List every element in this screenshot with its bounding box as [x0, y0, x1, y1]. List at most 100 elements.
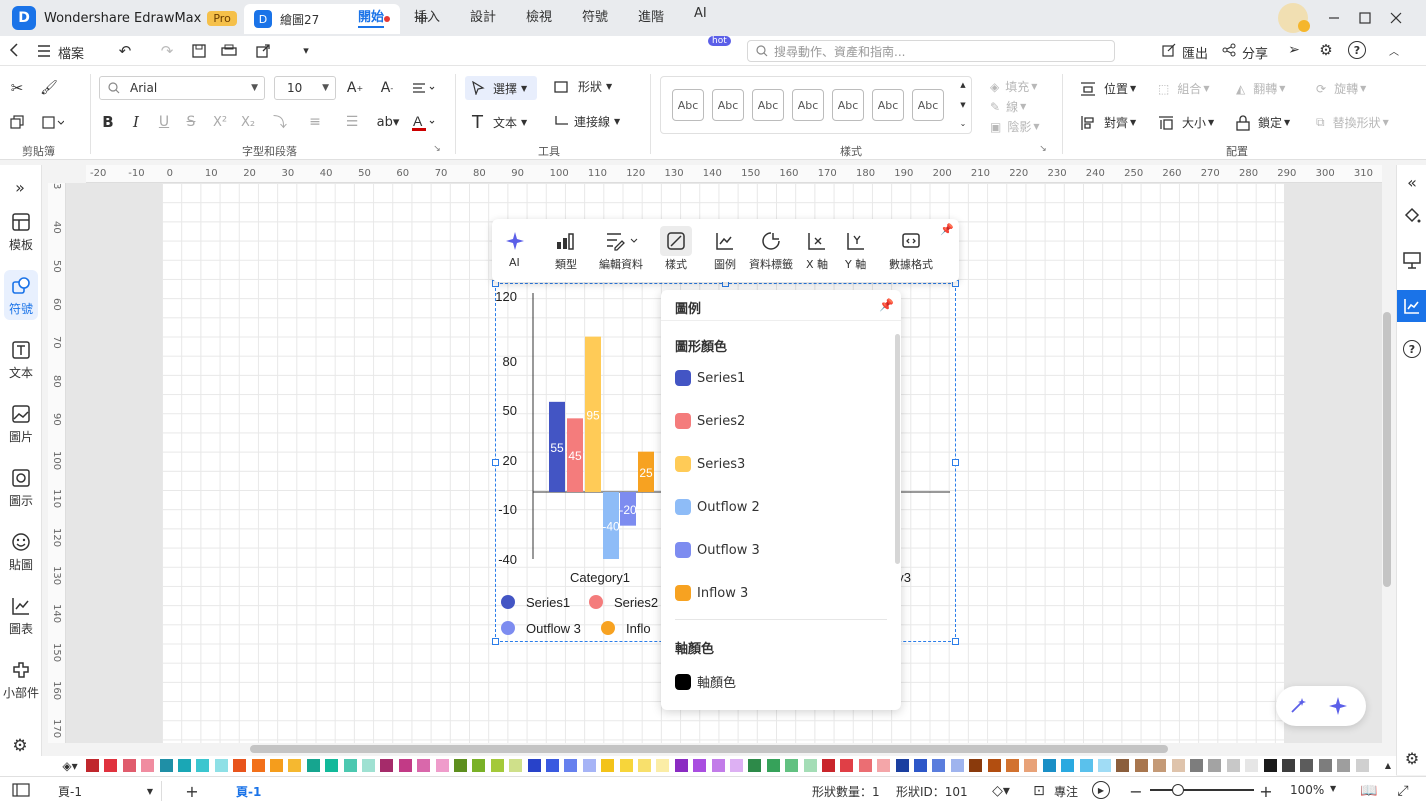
palette-color-swatch[interactable] [564, 759, 578, 772]
print-icon[interactable] [220, 42, 238, 60]
sidebar-item-images[interactable]: 圖片 [0, 404, 42, 445]
underline-icon[interactable]: U [156, 113, 172, 131]
palette-color-swatch[interactable] [380, 759, 394, 772]
panel-scrollbar[interactable] [895, 334, 900, 564]
palette-color-swatch[interactable] [766, 759, 780, 772]
undo-icon[interactable]: ↶ [116, 42, 134, 60]
export-file-icon[interactable] [254, 42, 272, 60]
palette-color-swatch[interactable] [1116, 759, 1130, 772]
font-size-select[interactable]: 10 ▼ [274, 76, 336, 100]
palette-color-swatch[interactable] [674, 759, 688, 772]
palette-color-swatch[interactable] [932, 759, 946, 772]
shadow-button[interactable]: ▣ 陰影 ▼ [990, 118, 1040, 135]
legend-color-item[interactable]: Outflow 3 [675, 542, 760, 558]
text-tool-button[interactable]: T 文本 ▼ [472, 112, 527, 133]
toolbar-y-axis-label[interactable]: Y 軸 [845, 256, 866, 272]
palette-color-swatch[interactable] [1171, 759, 1185, 772]
axis-color-item[interactable]: 軸顏色 [675, 672, 736, 691]
line-button[interactable]: ✎ 線 ▼ [990, 98, 1026, 115]
tab-advanced[interactable]: 進階 [638, 6, 664, 28]
palette-color-swatch[interactable] [1282, 759, 1295, 772]
decrease-font-icon[interactable]: A- [378, 79, 396, 97]
palette-color-swatch[interactable] [325, 759, 339, 772]
styles-dialog-launcher-icon[interactable]: ↘ [1038, 144, 1048, 154]
fit-page-icon[interactable]: ⊡ [1030, 781, 1048, 801]
palette-color-swatch[interactable] [656, 759, 670, 772]
tab-home[interactable]: 開始 [358, 6, 385, 28]
line-spacing-icon[interactable]: ≡ [300, 113, 330, 131]
increase-font-icon[interactable]: A + [346, 79, 364, 97]
vertical-scrollbar[interactable] [1383, 312, 1391, 587]
close-icon[interactable] [1386, 8, 1406, 28]
app-tab[interactable]: D Wondershare EdrawMax Pro [0, 3, 240, 33]
toolbar-ai-label[interactable]: AI [509, 256, 520, 269]
palette-color-swatch[interactable] [1042, 759, 1056, 772]
legend-color-item[interactable]: Series1 [675, 370, 745, 386]
toolbar-pin-icon[interactable]: 📌 [940, 222, 954, 236]
lock-button[interactable]: 鎖定 ▼ [1236, 114, 1290, 131]
toolbar-legend-label[interactable]: 圖例 [714, 256, 736, 272]
gallery-up-icon[interactable]: ▲ [958, 80, 968, 90]
palette-fill-icon[interactable]: ◈▾ [60, 758, 80, 774]
palette-color-swatch[interactable] [251, 759, 265, 772]
expand-sidebar-icon[interactable]: » [10, 177, 30, 197]
zoom-slider[interactable] [1150, 789, 1254, 791]
panel-pin-icon[interactable]: 📌 [879, 298, 894, 312]
horizontal-scrollbar[interactable] [250, 745, 1168, 753]
position-button[interactable]: 位置 ▼ [1080, 80, 1136, 97]
sidebar-item-widgets[interactable]: 小部件 [0, 660, 42, 701]
text-case-icon[interactable]: ab▾ [374, 113, 402, 131]
list-icon[interactable]: ☰ [338, 113, 366, 131]
paste-icon[interactable] [40, 113, 66, 131]
palette-color-swatch[interactable] [1355, 759, 1369, 772]
fill-button[interactable]: ◈ 填充 ▼ [990, 78, 1037, 95]
palette-color-swatch[interactable] [840, 759, 854, 772]
search-input[interactable]: 搜尋動作、資產和指南... [747, 40, 1115, 62]
style-swatch[interactable]: Abc [832, 89, 864, 121]
data-labels-icon[interactable] [760, 230, 782, 252]
palette-color-swatch[interactable] [619, 759, 633, 772]
font-color-icon[interactable]: A [410, 112, 438, 132]
palette-color-swatch[interactable] [858, 759, 872, 772]
chart-panel-icon[interactable] [1402, 296, 1422, 316]
palette-color-swatch[interactable] [196, 759, 210, 772]
layers-icon[interactable]: ◇▾ [986, 781, 1016, 801]
bold-icon[interactable]: B [100, 113, 116, 131]
palette-color-swatch[interactable] [509, 759, 523, 772]
palette-color-swatch[interactable] [1245, 759, 1259, 772]
gallery-down-icon[interactable]: ▼ [958, 100, 968, 110]
sidebar-item-icons[interactable]: 圖示 [0, 468, 42, 509]
save-icon[interactable] [190, 42, 208, 60]
play-icon[interactable]: ▶ [1092, 781, 1110, 799]
palette-color-swatch[interactable] [1153, 759, 1167, 772]
palette-color-swatch[interactable] [1337, 759, 1351, 772]
axis-color-swatch[interactable] [675, 673, 691, 690]
color-swatch[interactable] [675, 585, 691, 601]
text-direction-icon[interactable]: ⤵ [266, 113, 294, 131]
paint-bucket-icon[interactable] [1402, 205, 1422, 225]
right-settings-icon[interactable]: ⚙ [1402, 748, 1422, 768]
right-help-icon[interactable]: ? [1403, 340, 1421, 358]
ai-sparkle-icon[interactable] [504, 230, 526, 252]
palette-color-swatch[interactable] [178, 759, 191, 772]
color-swatch[interactable] [675, 370, 691, 386]
minimize-icon[interactable] [1324, 8, 1344, 28]
palette-color-swatch[interactable] [1208, 759, 1222, 772]
palette-color-swatch[interactable] [601, 759, 615, 772]
x-axis-icon[interactable] [806, 230, 828, 252]
ai-sparkle-float-icon[interactable] [1328, 696, 1348, 716]
group-button[interactable]: ⬚ 組合 ▼ [1158, 80, 1210, 97]
tab-design[interactable]: 設計 [470, 6, 496, 28]
palette-color-swatch[interactable] [1318, 759, 1332, 772]
book-view-icon[interactable]: 📖 [1360, 781, 1378, 801]
style-swatch[interactable]: Abc [792, 89, 824, 121]
collapse-right-panel-icon[interactable]: « [1402, 172, 1422, 192]
tab-insert[interactable]: 插入 [414, 6, 440, 28]
zoom-slider-thumb[interactable] [1172, 784, 1184, 796]
format-painter-icon[interactable]: 🖌 [40, 79, 58, 97]
cut-icon[interactable]: ✂ [8, 79, 26, 97]
palette-color-swatch[interactable] [270, 759, 283, 772]
focus-mode-button[interactable]: 專注 [1054, 783, 1078, 800]
palette-color-swatch[interactable] [582, 759, 596, 772]
palette-color-swatch[interactable] [693, 759, 707, 772]
